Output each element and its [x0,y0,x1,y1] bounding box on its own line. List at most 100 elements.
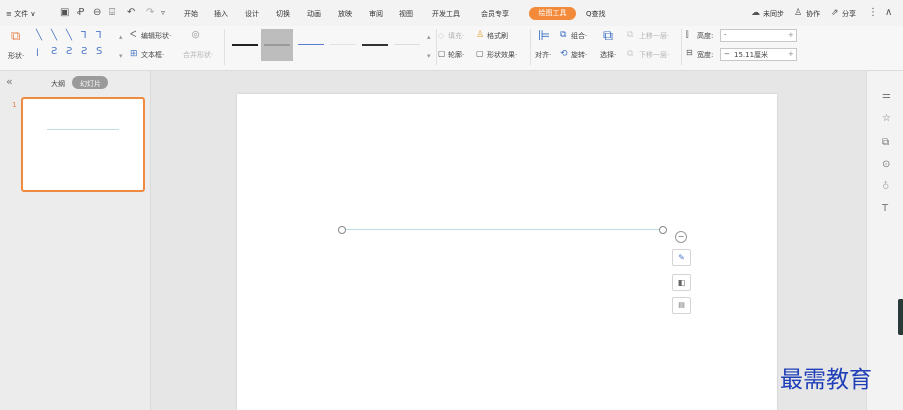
collapse-panel-icon[interactable]: « [6,75,13,88]
gallery-expand-icon[interactable]: ▾ [119,51,123,61]
elbow-arrow-icon[interactable]: Ꞁ [96,31,102,41]
line-style-thin-white[interactable] [327,29,359,61]
align-button[interactable]: 对齐· [535,50,551,60]
rotate-button[interactable]: 旋转· [571,50,587,60]
height-value: - [724,31,727,39]
search-button[interactable]: Q查找 [586,9,606,19]
tab-slides: 幻灯片 [80,80,101,88]
line-gallery-up-icon[interactable]: ▴ [427,32,431,42]
collab-button[interactable]: 协作 [806,9,820,19]
line-style-gray-selected[interactable] [261,29,293,61]
height-stepper-icon[interactable]: + [788,31,794,39]
fill-button[interactable]: 填充· [448,31,464,41]
share-button[interactable]: 分享 [842,9,856,19]
tab-home[interactable]: 开始 [184,9,198,19]
width-input[interactable]: − 15.11厘米 + [720,48,797,61]
elbow-connector-icon[interactable]: Ꞁ [81,31,87,41]
floating-toolbar-collapse-icon[interactable]: − [675,231,687,243]
right-sidebar: ⚌ ☆ ⧉ ⊙ ♁ T [866,71,903,410]
merge-shape-button[interactable]: 合并形状· [183,50,213,60]
customize-icon[interactable]: ▿ [161,8,165,18]
line-style-light[interactable] [391,29,423,61]
group-icon: ⧉ [560,30,567,40]
shape-gallery[interactable]: ╲ ╲ ╲ Ꞁ Ꞁ ꞁ Ꙅ Ꙅ Ꙅ S [34,29,114,65]
tab-animation[interactable]: 动画 [307,9,321,19]
width-minus-icon[interactable]: − [724,50,730,58]
text-icon[interactable]: T [882,204,888,214]
preview-icon[interactable]: ⌹ [109,8,115,18]
export-pdf-icon[interactable]: Ꝓ [77,8,84,18]
tab-insert[interactable]: 插入 [214,9,228,19]
group-button[interactable]: 组合· [571,31,587,41]
save-icon[interactable]: ▣ [60,8,69,18]
slide-thumbnail[interactable] [21,97,145,192]
tab-slides-pill[interactable]: 幻灯片 [72,76,108,89]
tab-review[interactable]: 审阅 [369,9,383,19]
tab-view[interactable]: 视图 [399,9,413,19]
edit-shape-button[interactable]: 编辑形状· [141,31,171,41]
shape-dropdown[interactable]: 形状· [8,51,24,61]
slide-number: 1 [12,101,17,109]
height-input[interactable]: - + [720,29,797,42]
outline-button[interactable]: 轮廓· [448,50,464,60]
line-start-handle[interactable] [338,226,346,234]
tab-developer[interactable]: 开发工具 [432,9,460,19]
shape-style-icon[interactable]: ◧ [672,274,691,291]
curved-connector-icon[interactable]: Ꙅ [51,47,57,57]
tab-outline[interactable]: 大纲 [51,79,65,89]
tab-slideshow[interactable]: 放映 [338,9,352,19]
fill-icon: ◇ [438,31,445,40]
slide[interactable] [237,94,777,410]
line-style-blue[interactable] [295,29,327,61]
select-button[interactable]: 选择· [600,50,616,60]
line-end-handle[interactable] [659,226,667,234]
height-label: 高度: [697,32,714,40]
thumbnail-line [47,129,119,130]
width-stepper-icon[interactable]: + [788,50,794,58]
side-panel-handle[interactable] [898,299,903,335]
line-style-dark[interactable] [359,29,391,61]
move-down-button[interactable]: 下移一层· [639,50,669,60]
help-icon[interactable]: ⊙ [882,160,890,170]
shape-effect-button[interactable]: 形状效果· [487,50,517,60]
collapse-ribbon-icon[interactable]: ∧ [885,8,892,18]
curve-icon[interactable]: S [96,47,102,57]
tab-transition[interactable]: 切换 [276,9,290,19]
picture-tool-icon[interactable]: ▤ [672,297,691,314]
tab-drawing-tools[interactable]: 绘图工具 [529,7,576,20]
line-style-black[interactable] [229,29,261,61]
elbow-double-arrow-icon[interactable]: ꞁ [36,47,39,57]
idea-icon[interactable]: ♁ [882,182,889,192]
file-menu[interactable]: ≡ 文件 ∨ [6,9,35,19]
width-icon: ⊟ [686,48,693,57]
line-style-gallery[interactable] [229,29,423,61]
selected-line-shape[interactable] [342,229,662,230]
move-up-button[interactable]: 上移一层· [639,31,669,41]
sync-status[interactable]: 未同步 [763,9,784,19]
line-shape-icon[interactable]: ╲ [36,31,42,41]
edit-line-icon[interactable]: ✎ [672,249,691,266]
undo-icon[interactable]: ↶ [127,8,135,18]
layout-icon[interactable]: ⧉ [882,138,889,148]
tab-member[interactable]: 会员专享 [481,9,509,19]
properties-icon[interactable]: ⚌ [882,91,891,101]
textbox-button[interactable]: 文本框· [141,50,164,60]
gallery-scroll-up-icon[interactable]: ▴ [119,32,123,42]
line-gallery-expand-icon[interactable]: ▾ [427,51,431,61]
rotate-icon: ⟲ [560,49,568,59]
curved-double-arrow-icon[interactable]: Ꙅ [81,47,87,57]
textbox-icon: ⊞ [130,49,138,59]
shape-effect-icon: ▢ [476,49,484,58]
redo-icon[interactable]: ↷ [146,8,154,18]
arrow-line-icon[interactable]: ╲ [51,31,57,41]
cloud-icon: ☁ [751,8,760,18]
more-icon[interactable]: ⋮ [868,8,878,18]
curved-arrow-icon[interactable]: Ꙅ [66,47,72,57]
tab-design[interactable]: 设计 [245,9,259,19]
height-icon: ⫿ [686,30,689,39]
double-arrow-line-icon[interactable]: ╲ [66,31,72,41]
format-brush-button[interactable]: 格式刷 [487,31,508,41]
shape-icon[interactable]: ⧉ [11,30,20,43]
print-icon[interactable]: ⊖ [93,8,101,18]
animation-icon[interactable]: ☆ [882,114,891,124]
